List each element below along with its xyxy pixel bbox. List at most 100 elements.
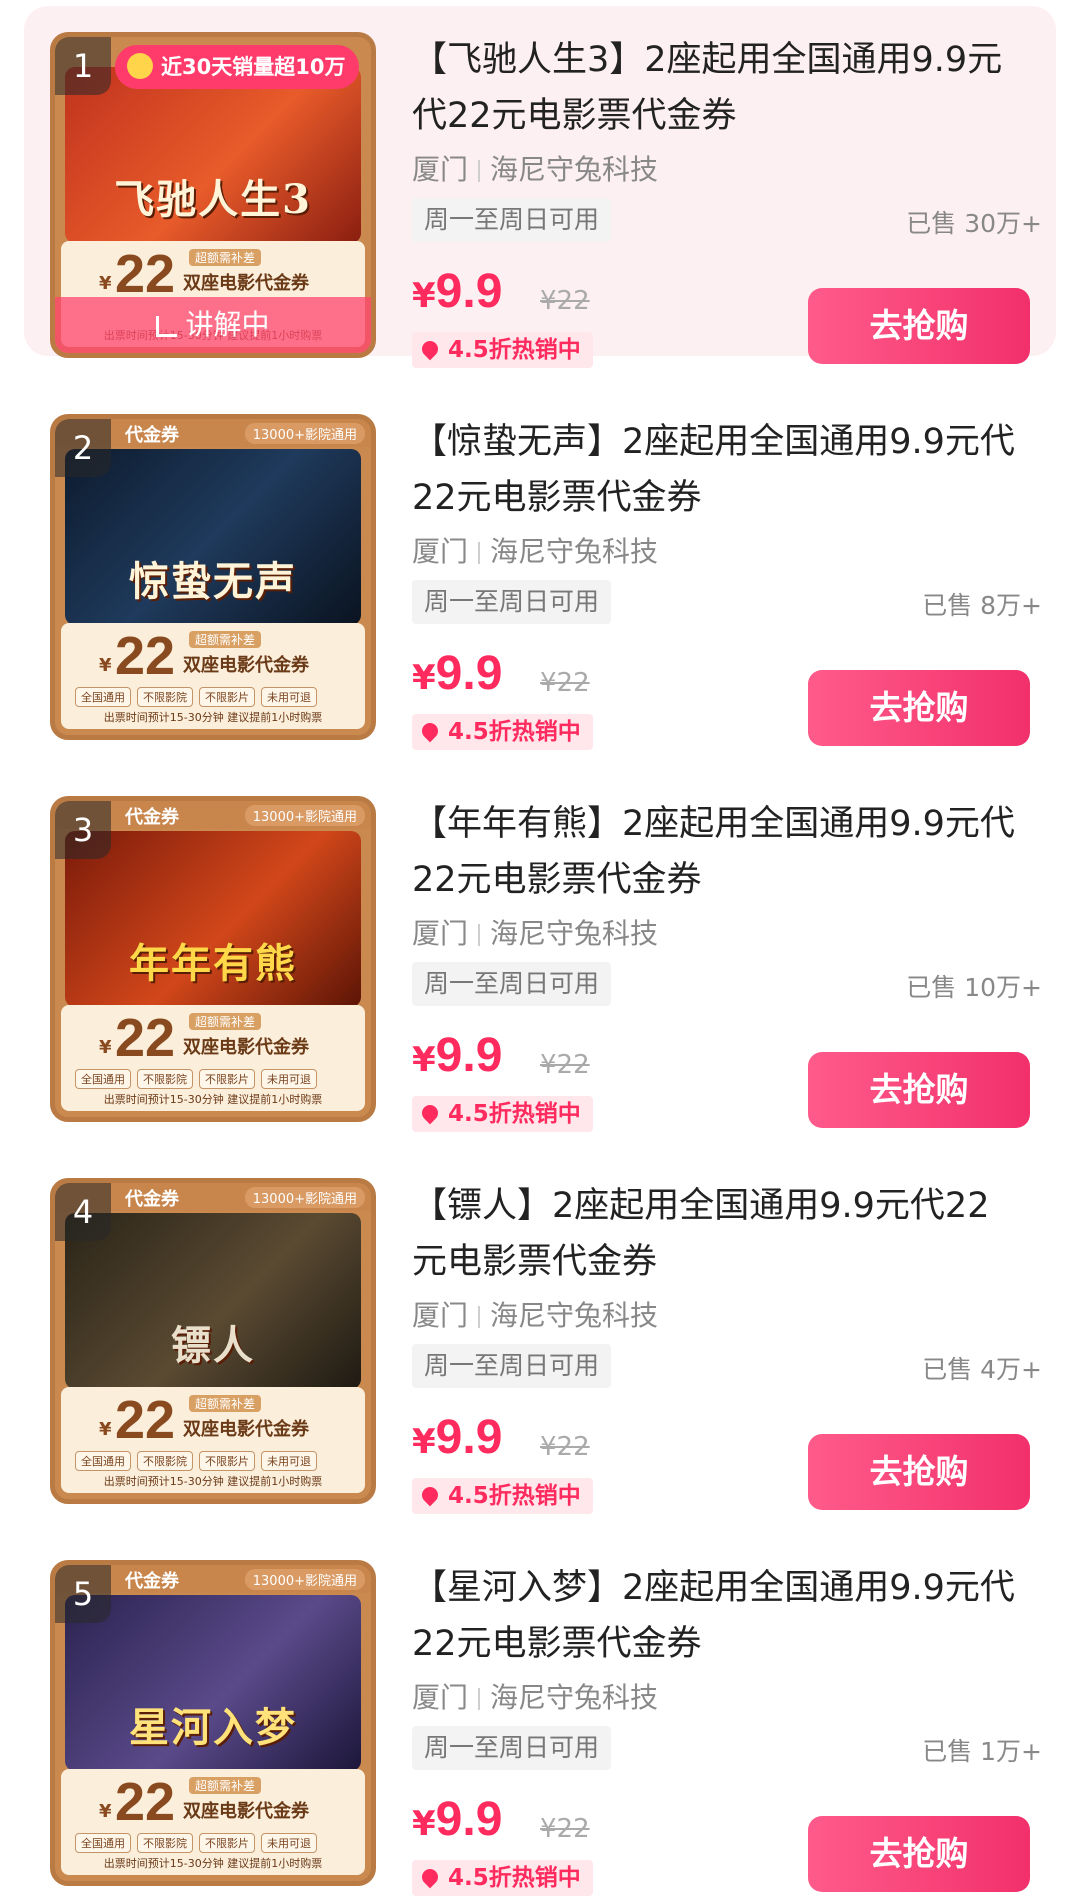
rank-badge: 3 [55,801,111,859]
cinema-count: 13000+影院通用 [244,805,365,826]
feature-pill: 全国通用 [75,1451,131,1471]
product-thumbnail[interactable]: 代金券 13000+影院通用 星河入梦 ¥ 22 超额需补差 双座电影代金券 全… [50,1560,376,1886]
divider [478,1306,481,1328]
voucher-panel: ¥ 22 超额需补差 双座电影代金券 全国通用 不限影院 不限影片 未用可退 出… [61,1769,365,1875]
original-price: ¥22 [540,1814,590,1844]
movie-poster: 惊蛰无声 [65,449,361,625]
original-price: ¥22 [540,668,590,698]
buy-button[interactable]: 去抢购 [808,1434,1030,1510]
bar-chart-icon [156,315,178,337]
cinema-count: 13000+影院通用 [244,1569,365,1590]
product-title[interactable]: 【惊蛰无声】2座起用全国通用9.9元代22元电影票代金券 [412,414,1022,526]
sold-count: 已售 1万+ [922,1737,1042,1766]
shop-name[interactable]: 海尼守兔科技 [490,153,658,186]
shop-name[interactable]: 海尼守兔科技 [490,917,658,950]
voucher-title: 双座电影代金券 [183,1037,309,1058]
divider [478,924,481,946]
product-title[interactable]: 【镖人】2座起用全国通用9.9元代22元电影票代金券 [412,1178,1022,1290]
product-title[interactable]: 【星河入梦】2座起用全国通用9.9元代22元电影票代金券 [412,1560,1022,1672]
voucher-foot: 出票时间预计15-30分钟 建议提前1小时购票 [103,1093,323,1106]
shop-line: 厦门 海尼守兔科技 [412,530,658,570]
product-info: 【星河入梦】2座起用全国通用9.9元代22元电影票代金券 厦门 海尼守兔科技 周一… [412,1560,1052,1896]
voucher-title: 双座电影代金券 [183,1801,309,1822]
cinema-count: 13000+影院通用 [244,1187,365,1208]
price-value: 9.9 [435,647,503,700]
currency-symbol: ¥ [412,1040,436,1080]
product-card[interactable]: 代金券 13000+影院通用 惊蛰无声 ¥ 22 超额需补差 双座电影代金券 全… [24,388,1056,750]
original-price: ¥22 [540,1050,590,1080]
product-list: 飞驰人生3 ¥ 22 超额需补差 双座电影代金券 出票时间预计15-30分钟 建… [0,0,1080,1896]
voucher-amount: 22 [115,1008,176,1068]
discount-tag: 4.5折热销中 [412,714,593,750]
hot-sales-badge: 近30天销量超10万 [115,45,360,89]
voucher-features: 全国通用 不限影院 不限影片 未用可退 [75,687,353,707]
tag-icon [418,1865,442,1889]
currency-symbol: ¥ [412,658,436,698]
voucher-amount: 22 [115,626,176,686]
product-thumbnail[interactable]: 代金券 13000+影院通用 镖人 ¥ 22 超额需补差 双座电影代金券 全国通… [50,1178,376,1504]
voucher-tag: 代金券 [125,425,179,446]
voucher-yen: ¥ [99,655,112,676]
product-thumbnail[interactable]: 飞驰人生3 ¥ 22 超额需补差 双座电影代金券 出票时间预计15-30分钟 建… [50,32,376,358]
shop-name[interactable]: 海尼守兔科技 [490,1681,658,1714]
city: 厦门 [412,1299,469,1332]
voucher-subsidy: 超额需补差 [189,1777,262,1794]
feature-pill: 全国通用 [75,1833,131,1853]
availability-tag: 周一至周日可用 [412,1726,612,1770]
explaining-banner: 讲解中 [55,297,371,353]
discount-text: 4.5折热销中 [448,1101,581,1127]
movie-poster: 星河入梦 [65,1595,361,1771]
sold-count: 已售 10万+ [906,973,1042,1002]
voucher-title: 双座电影代金券 [183,273,309,294]
product-info: 【年年有熊】2座起用全国通用9.9元代22元电影票代金券 厦门 海尼守兔科技 周一… [412,796,1052,1132]
product-card[interactable]: 代金券 13000+影院通用 镖人 ¥ 22 超额需补差 双座电影代金券 全国通… [24,1152,1056,1514]
product-card[interactable]: 飞驰人生3 ¥ 22 超额需补差 双座电影代金券 出票时间预计15-30分钟 建… [24,6,1056,368]
thumbs-up-icon [127,53,153,79]
product-card[interactable]: 代金券 13000+影院通用 年年有熊 ¥ 22 超额需补差 双座电影代金券 全… [24,770,1056,1132]
availability-tag: 周一至周日可用 [412,198,612,242]
voucher-yen: ¥ [99,1801,112,1822]
poster-title: 年年有熊 [129,940,297,987]
voucher-panel: ¥ 22 超额需补差 双座电影代金券 全国通用 不限影院 不限影片 未用可退 出… [61,1387,365,1493]
availability-tag: 周一至周日可用 [412,580,612,624]
discount-text: 4.5折热销中 [448,337,581,363]
voucher-panel: ¥ 22 超额需补差 双座电影代金券 全国通用 不限影院 不限影片 未用可退 出… [61,1005,365,1111]
buy-button[interactable]: 去抢购 [808,1052,1030,1128]
product-thumbnail[interactable]: 代金券 13000+影院通用 惊蛰无声 ¥ 22 超额需补差 双座电影代金券 全… [50,414,376,740]
product-thumbnail[interactable]: 代金券 13000+影院通用 年年有熊 ¥ 22 超额需补差 双座电影代金券 全… [50,796,376,1122]
feature-pill: 未用可退 [261,1833,317,1853]
sold-count: 已售 8万+ [922,591,1042,620]
feature-pill: 未用可退 [261,1451,317,1471]
original-price: ¥22 [540,1432,590,1462]
buy-button[interactable]: 去抢购 [808,670,1030,746]
discount-tag: 4.5折热销中 [412,1478,593,1514]
price: ¥9.9 [412,1410,502,1465]
product-title[interactable]: 【年年有熊】2座起用全国通用9.9元代22元电影票代金券 [412,796,1022,908]
availability-tag: 周一至周日可用 [412,1344,612,1388]
voucher-yen: ¥ [99,273,112,294]
buy-button[interactable]: 去抢购 [808,288,1030,364]
shop-name[interactable]: 海尼守兔科技 [490,535,658,568]
divider [478,160,481,182]
voucher-subsidy: 超额需补差 [189,631,262,648]
voucher-features: 全国通用 不限影院 不限影片 未用可退 [75,1833,353,1853]
feature-pill: 全国通用 [75,1069,131,1089]
currency-symbol: ¥ [412,1804,436,1844]
poster-title: 惊蛰无声 [129,558,297,605]
rank-badge: 5 [55,1565,111,1623]
voucher-tag: 代金券 [125,1189,179,1210]
feature-pill: 不限影片 [199,1069,255,1089]
product-title[interactable]: 【飞驰人生3】2座起用全国通用9.9元代22元电影票代金券 [412,32,1022,144]
feature-pill: 不限影院 [137,1833,193,1853]
voucher-amount: 22 [115,1390,176,1450]
feature-pill: 全国通用 [75,687,131,707]
discount-text: 4.5折热销中 [448,1483,581,1509]
feature-pill: 未用可退 [261,687,317,707]
product-card[interactable]: 代金券 13000+影院通用 星河入梦 ¥ 22 超额需补差 双座电影代金券 全… [24,1534,1056,1896]
feature-pill: 不限影院 [137,1069,193,1089]
feature-pill: 不限影片 [199,1451,255,1471]
original-price: ¥22 [540,286,590,316]
voucher-panel: ¥ 22 超额需补差 双座电影代金券 全国通用 不限影院 不限影片 未用可退 出… [61,623,365,729]
shop-name[interactable]: 海尼守兔科技 [490,1299,658,1332]
city: 厦门 [412,1681,469,1714]
